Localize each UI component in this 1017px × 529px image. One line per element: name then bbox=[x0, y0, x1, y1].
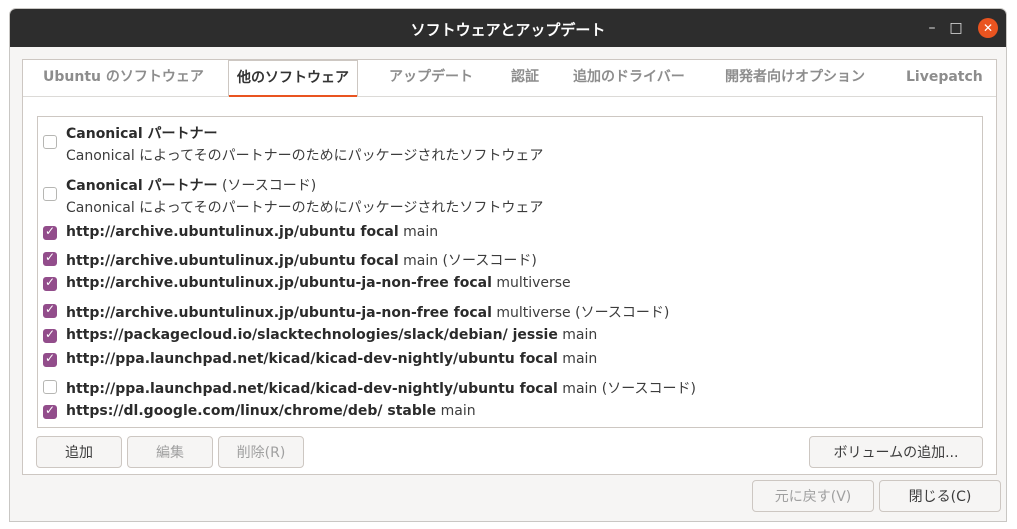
source-description: Canonical によってそのパートナーのためにパッケージされたソフトウェア bbox=[66, 148, 544, 164]
source-checkbox[interactable] bbox=[43, 403, 57, 419]
source-checkbox[interactable] bbox=[43, 302, 57, 318]
source-checkbox[interactable] bbox=[43, 187, 57, 201]
tab-bar: Ubuntu のソフトウェア 他のソフトウェア アップデート 認証 追加のドライ… bbox=[23, 60, 996, 97]
add-button[interactable]: 追加 bbox=[36, 436, 122, 468]
tab-livepatch[interactable]: Livepatch bbox=[906, 60, 983, 95]
tab-developer-options[interactable]: 開発者向けオプション bbox=[725, 60, 865, 95]
tab-label: 他のソフトウェア bbox=[237, 70, 349, 86]
tab-additional-drivers[interactable]: 追加のドライバー bbox=[573, 60, 685, 95]
source-title: Canonical パートナー bbox=[66, 126, 218, 142]
source-title: https://dl.google.com/linux/chrome/deb/ … bbox=[66, 403, 476, 419]
remove-button[interactable]: 削除(R) bbox=[218, 436, 304, 468]
minimize-icon[interactable]: – bbox=[922, 18, 942, 38]
title-bar[interactable]: ソフトウェアとアップデート – □ ✕ bbox=[10, 9, 1006, 47]
revert-button[interactable]: 元に戻す(V) bbox=[752, 480, 874, 512]
source-title: Canonical パートナー (ソースコード) bbox=[66, 178, 317, 194]
tab-authentication[interactable]: 認証 bbox=[511, 60, 539, 95]
source-checkbox[interactable] bbox=[43, 250, 57, 266]
source-checkbox[interactable] bbox=[43, 380, 57, 394]
source-title: http://archive.ubuntulinux.jp/ubuntu-ja-… bbox=[66, 305, 670, 321]
source-title: http://ppa.launchpad.net/kicad/kicad-dev… bbox=[66, 351, 598, 367]
tab-other-software[interactable]: 他のソフトウェア bbox=[228, 60, 358, 97]
source-checkbox[interactable] bbox=[43, 327, 57, 343]
window-title: ソフトウェアとアップデート bbox=[410, 21, 606, 39]
source-checkbox[interactable] bbox=[43, 275, 57, 291]
source-title: http://archive.ubuntulinux.jp/ubuntu foc… bbox=[66, 224, 439, 240]
edit-button[interactable]: 編集 bbox=[127, 436, 213, 468]
active-tab-indicator bbox=[229, 95, 357, 97]
tab-ubuntu-software[interactable]: Ubuntu のソフトウェア bbox=[43, 60, 204, 95]
source-checkbox[interactable] bbox=[43, 224, 57, 240]
source-title: http://archive.ubuntulinux.jp/ubuntu-ja-… bbox=[66, 275, 571, 291]
close-button[interactable]: 閉じる(C) bbox=[879, 480, 1001, 512]
source-title: http://archive.ubuntulinux.jp/ubuntu foc… bbox=[66, 253, 537, 269]
maximize-icon[interactable]: □ bbox=[946, 18, 966, 38]
source-description: Canonical によってそのパートナーのためにパッケージされたソフトウェア bbox=[66, 200, 544, 216]
source-title: http://ppa.launchpad.net/kicad/kicad-dev… bbox=[66, 381, 696, 397]
app-window: ソフトウェアとアップデート – □ ✕ Ubuntu のソフトウェア 他のソフト… bbox=[9, 8, 1007, 522]
close-icon[interactable]: ✕ bbox=[978, 18, 998, 38]
sources-list: Canonical パートナー Canonical によってそのパートナーのため… bbox=[37, 116, 983, 428]
source-title: https://packagecloud.io/slacktechnologie… bbox=[66, 327, 598, 343]
add-volume-button[interactable]: ボリュームの追加... bbox=[809, 436, 983, 468]
notebook: Ubuntu のソフトウェア 他のソフトウェア アップデート 認証 追加のドライ… bbox=[22, 59, 997, 475]
source-checkbox[interactable] bbox=[43, 135, 57, 149]
source-checkbox[interactable] bbox=[43, 351, 57, 367]
tab-updates[interactable]: アップデート bbox=[389, 60, 473, 95]
